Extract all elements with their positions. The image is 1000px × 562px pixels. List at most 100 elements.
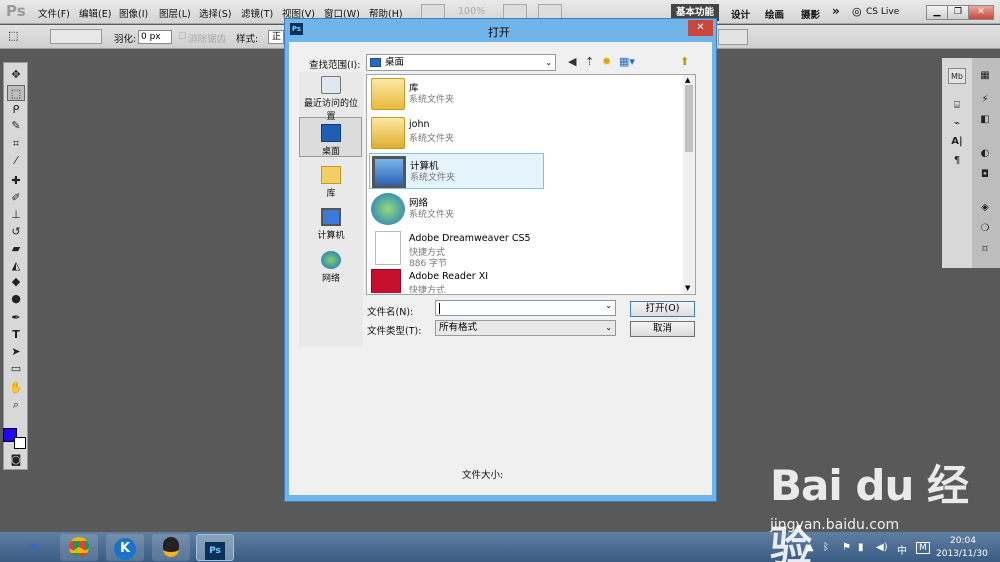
file-name: Adobe Reader XI [409, 271, 489, 282]
close-app-button[interactable]: ✕ [968, 5, 994, 20]
rectangle-tool-icon[interactable]: ▭ [7, 361, 25, 377]
selection-mode-icons[interactable] [50, 29, 102, 44]
marquee-preset-icon[interactable]: ⬚ [8, 29, 18, 42]
adobe-reader-icon [371, 269, 401, 293]
text-caret [439, 303, 440, 314]
file-row-computer[interactable]: 计算机 系统文件夹 [369, 153, 544, 189]
crop-tool-icon[interactable]: ⌗ [7, 136, 25, 152]
dodge-tool-icon[interactable]: ● [7, 291, 25, 307]
quick-select-tool-icon[interactable]: ✎ [7, 118, 25, 134]
layers-panel-icon[interactable]: ◈ [976, 200, 994, 216]
antialias-checkbox[interactable]: ☐ [178, 31, 187, 42]
place-library[interactable]: 库 [300, 166, 362, 199]
history-brush-icon[interactable]: ↺ [7, 224, 25, 240]
healing-brush-icon[interactable]: ✚ [7, 173, 25, 189]
scrollbar-thumb[interactable] [685, 85, 693, 152]
place-desktop[interactable]: 桌面 [300, 124, 362, 157]
filetype-select[interactable]: 所有格式 ⌄ [435, 320, 616, 336]
quick-mask-icon[interactable]: ◙ [7, 452, 25, 468]
adjustments-panel-icon[interactable]: ◐ [976, 146, 994, 162]
place-desktop-label: 桌面 [321, 147, 340, 157]
hand-tool-icon[interactable]: ✋ [7, 380, 25, 396]
character-panel-icon[interactable]: A| [948, 134, 966, 150]
eraser-tool-icon[interactable]: ▰ [7, 241, 25, 257]
paths-panel-icon[interactable]: ⌑ [976, 242, 994, 258]
pen-tool-icon[interactable]: ✒ [7, 310, 25, 326]
background-color-swatch[interactable] [14, 437, 26, 449]
file-row-dreamweaver[interactable]: Adobe Dreamweaver CS5 快捷方式 886 字节 [369, 229, 544, 269]
menu-edit[interactable]: 编辑(E) [79, 6, 111, 20]
filename-input[interactable]: ⌄ [435, 300, 616, 316]
network-icon [321, 251, 341, 269]
place-computer[interactable]: 计算机 [300, 208, 362, 241]
open-button[interactable]: 打开(O) [630, 301, 695, 317]
eyedropper-tool-icon[interactable]: ⁄ [7, 153, 25, 169]
menu-select[interactable]: 选择(S) [199, 6, 231, 20]
style-select[interactable]: 正 [268, 30, 284, 44]
file-row-adobe-reader[interactable]: Adobe Reader XI 快捷方式 [369, 267, 544, 293]
view-menu-icon[interactable]: ▦▾ [619, 55, 635, 68]
restore-button[interactable]: ❐ [947, 5, 969, 20]
chevron-down-icon[interactable]: ⌄ [605, 301, 612, 310]
baidu-watermark-url: jingyan.baidu.com [770, 517, 900, 533]
back-icon[interactable]: ◀ [568, 55, 576, 68]
workspace-painting[interactable]: 绘画 [765, 7, 784, 21]
chrome-taskbar-icon[interactable] [60, 534, 98, 561]
file-row-network[interactable]: 网络 系统文件夹 [369, 191, 544, 227]
dialog-close-button[interactable]: ✕ [688, 20, 713, 36]
shortcut-file-icon [375, 231, 401, 265]
menu-filter[interactable]: 滤镜(T) [241, 6, 273, 20]
refine-edge-button[interactable] [718, 29, 748, 45]
channels-panel-icon[interactable]: ❍ [976, 221, 994, 237]
up-level-icon[interactable]: ⬆ [680, 55, 689, 68]
file-row-library[interactable]: 库 系统文件夹 [369, 76, 544, 112]
new-folder-icon[interactable]: ✹ [602, 55, 611, 68]
cancel-button[interactable]: 取消 [630, 321, 695, 337]
filetype-label: 文件类型(T): [367, 326, 422, 337]
menu-image[interactable]: 图像(I) [119, 6, 148, 20]
type-tool-icon[interactable]: T [7, 327, 25, 343]
start-button-icon[interactable]: ∞ [20, 534, 48, 561]
minibridge-icon[interactable]: Mb [948, 68, 966, 84]
menu-layer[interactable]: 图层(L) [159, 6, 191, 20]
move-tool-icon[interactable]: ✥ [7, 67, 25, 83]
styles-panel-icon[interactable]: ◧ [976, 112, 994, 128]
marquee-tool-icon[interactable]: ⬚ [7, 85, 25, 101]
photoshop-taskbar-icon[interactable]: Ps [196, 534, 234, 561]
workspace-design[interactable]: 设计 [731, 7, 750, 21]
minimize-button[interactable]: ▁ [926, 5, 948, 20]
more-workspaces-icon[interactable]: » [832, 4, 840, 18]
place-network[interactable]: 网络 [300, 251, 362, 284]
chrome-icon [69, 537, 89, 557]
file-type: 系统文件夹 [410, 173, 456, 183]
zoom-level[interactable]: 100% [458, 6, 485, 17]
blur-tool-icon[interactable]: ◆ [7, 274, 25, 290]
clone-stamp-icon[interactable]: ⊥ [7, 207, 25, 223]
qq-taskbar-icon[interactable] [152, 534, 190, 561]
workspace-photography[interactable]: 摄影 [801, 7, 820, 21]
scroll-up-icon[interactable]: ▲ [685, 76, 690, 84]
recent-places-icon [321, 76, 341, 94]
k-app-taskbar-icon[interactable]: K [106, 534, 144, 561]
scroll-down-icon[interactable]: ▼ [685, 284, 690, 292]
cs-live-button[interactable]: CS Live [866, 7, 899, 17]
lookin-combobox[interactable]: 桌面 ⌄ [366, 54, 556, 71]
menu-file[interactable]: 文件(F) [38, 6, 70, 20]
swatches-panel-icon[interactable]: ⚡ [976, 92, 994, 108]
paragraph-panel-icon[interactable]: ¶ [948, 153, 966, 169]
feather-input[interactable]: 0 px [138, 30, 172, 44]
file-row-john[interactable]: john 系统文件夹 [369, 115, 544, 151]
up-folder-icon[interactable]: ⇡ [585, 55, 594, 68]
color-panel-icon[interactable]: ▦ [976, 68, 994, 84]
paint-bucket-icon[interactable]: ◭ [7, 258, 25, 274]
zoom-tool-icon[interactable]: ⌕ [7, 397, 25, 413]
history-panel-icon[interactable]: ⌸ [948, 98, 966, 114]
masks-panel-icon[interactable]: ◘ [976, 167, 994, 183]
lasso-tool-icon[interactable]: ᑭ [7, 102, 25, 118]
brushes-panel-icon[interactable]: ⌁ [948, 116, 966, 132]
file-name: john [409, 119, 430, 130]
path-select-icon[interactable]: ➤ [7, 344, 25, 360]
place-recent[interactable]: 最近访问的位置 [300, 76, 362, 122]
brush-tool-icon[interactable]: ✐ [7, 190, 25, 206]
qq-icon [163, 537, 179, 557]
